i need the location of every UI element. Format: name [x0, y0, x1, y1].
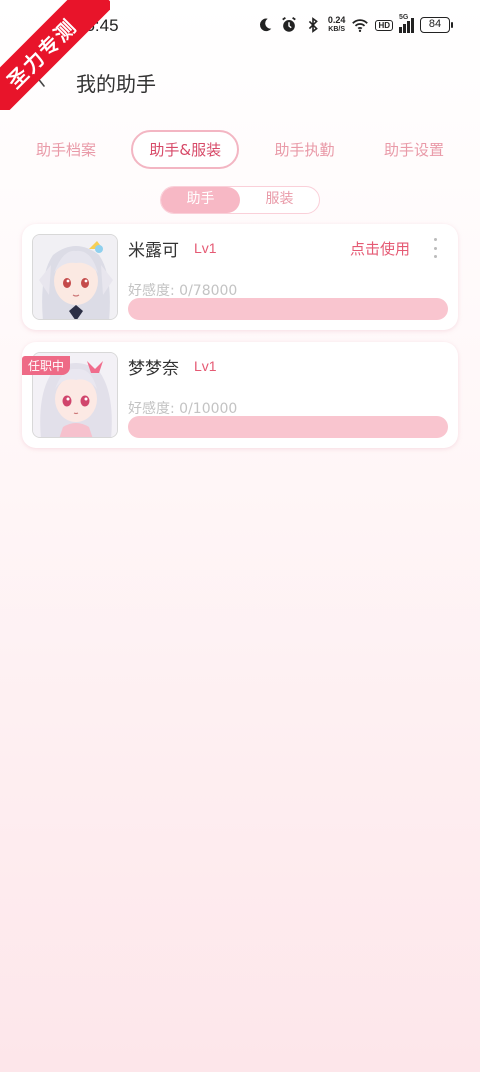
battery-icon: 84: [420, 17, 453, 33]
tab-assistant-outfit[interactable]: 助手&服装: [131, 129, 240, 169]
affinity-label: 好感度: 0/78000: [128, 283, 238, 299]
affinity-bar: [128, 416, 448, 438]
watermark-text: 圣力专测: [0, 0, 110, 110]
segment-assistant[interactable]: 助手: [161, 187, 240, 213]
assistant-level: Lv1: [194, 240, 217, 256]
status-icons: 0.24 KB/S HD 5G 84: [256, 14, 453, 34]
tab-bar: 助手档案 助手&服装 助手执勤 助手设置: [22, 129, 458, 169]
on-duty-badge: 任职中: [22, 356, 71, 375]
wifi-icon: [352, 19, 369, 33]
affinity-bar: [128, 298, 448, 320]
tab-profile[interactable]: 助手档案: [22, 131, 110, 168]
segment-outfit[interactable]: 服装: [240, 187, 319, 213]
assistant-name: 梦梦奈: [128, 359, 179, 379]
moon-icon: [259, 18, 272, 32]
net-speed-value: 0.24: [327, 15, 346, 25]
net-speed-unit: KB/S: [328, 26, 346, 33]
assistant-card[interactable]: 米露可 Lv1 点击使用 好感度: 0/78000: [22, 224, 458, 330]
avatar-illustration: [33, 235, 117, 319]
tab-settings[interactable]: 助手设置: [370, 131, 458, 168]
hd-badge: HD: [375, 19, 393, 31]
affinity-label: 好感度: 0/10000: [128, 401, 238, 417]
net-speed: 0.24 KB/S: [328, 16, 346, 34]
bluetooth-icon: [308, 17, 318, 33]
signal-icon: 5G: [399, 14, 414, 33]
alarm-icon: [282, 17, 296, 32]
signal-label: 5G: [399, 14, 409, 21]
more-icon[interactable]: [432, 238, 438, 258]
assistant-card[interactable]: 任职中 梦梦奈 Lv1 好感度: 0/10000: [22, 342, 458, 448]
tab-duty[interactable]: 助手执勤: [261, 131, 349, 168]
watermark-ribbon: 圣力专测: [0, 0, 110, 110]
segment-control: 助手 服装: [160, 186, 320, 214]
assistant-name: 米露可: [128, 241, 179, 261]
assistant-avatar: [32, 234, 118, 320]
assistant-level: Lv1: [194, 358, 217, 374]
use-button[interactable]: 点击使用: [350, 238, 410, 259]
